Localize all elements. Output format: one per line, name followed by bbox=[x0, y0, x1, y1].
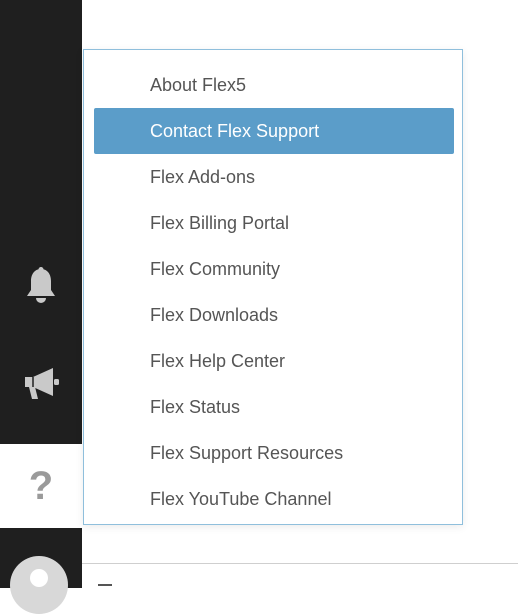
menu-item-help-center[interactable]: Flex Help Center bbox=[94, 338, 454, 384]
menu-item-about[interactable]: About Flex5 bbox=[94, 62, 454, 108]
checkbox-icon[interactable] bbox=[98, 584, 112, 592]
menu-item-status[interactable]: Flex Status bbox=[94, 384, 454, 430]
menu-item-billing-portal[interactable]: Flex Billing Portal bbox=[94, 200, 454, 246]
avatar-head-shape bbox=[30, 569, 48, 587]
announcements-button[interactable] bbox=[0, 344, 82, 428]
help-icon: ? bbox=[28, 464, 54, 508]
help-button[interactable]: ? bbox=[0, 444, 82, 528]
menu-item-community[interactable]: Flex Community bbox=[94, 246, 454, 292]
avatar[interactable] bbox=[10, 556, 68, 614]
notifications-button[interactable] bbox=[0, 246, 82, 330]
menu-item-support-resources[interactable]: Flex Support Resources bbox=[94, 430, 454, 476]
menu-item-add-ons[interactable]: Flex Add-ons bbox=[94, 154, 454, 200]
bell-icon bbox=[24, 266, 58, 311]
menu-item-contact-support[interactable]: Contact Flex Support bbox=[94, 108, 454, 154]
menu-item-downloads[interactable]: Flex Downloads bbox=[94, 292, 454, 338]
sidebar: ? bbox=[0, 0, 82, 614]
divider bbox=[82, 563, 518, 564]
help-menu: About Flex5 Contact Flex Support Flex Ad… bbox=[83, 49, 463, 525]
megaphone-icon bbox=[21, 365, 61, 408]
menu-item-youtube-channel[interactable]: Flex YouTube Channel bbox=[94, 476, 454, 522]
